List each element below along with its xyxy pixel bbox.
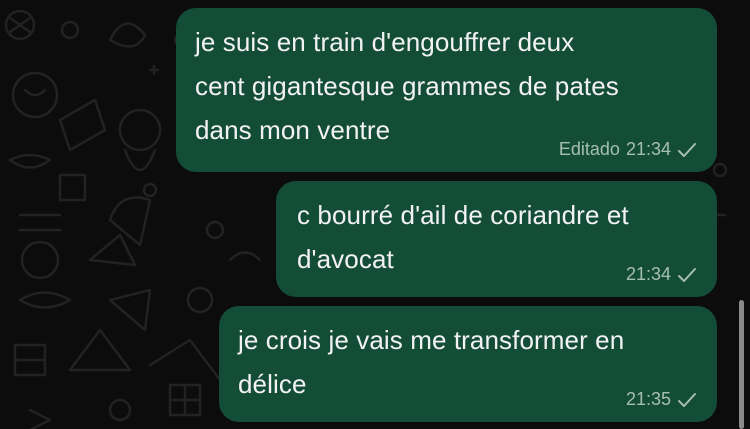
single-check-icon: [677, 390, 697, 410]
message-text: je suis en train d'engouffrer deux cent …: [195, 27, 619, 145]
message-meta: 21:34: [626, 264, 697, 285]
message-bubble-outgoing[interactable]: je suis en train d'engouffrer deux cent …: [176, 8, 717, 172]
single-check-icon: [677, 140, 697, 160]
message-time: 21:34: [625, 264, 671, 284]
message-bubble-outgoing[interactable]: c bourré d'ail de coriandre et d'avocat …: [276, 181, 717, 297]
message-meta: 21:35: [626, 389, 697, 410]
message-bubble-outgoing[interactable]: je crois je vais me transformer en délic…: [219, 306, 717, 422]
message-time: 21:35: [625, 389, 671, 409]
message-meta: Editado 21:34: [559, 139, 697, 160]
edited-label: Editado: [558, 139, 620, 159]
single-check-icon: [677, 265, 697, 285]
message-time: 21:34: [625, 139, 671, 159]
chat-view: je suis en train d'engouffrer deux cent …: [0, 0, 750, 429]
scrollbar-thumb[interactable]: [739, 300, 744, 429]
